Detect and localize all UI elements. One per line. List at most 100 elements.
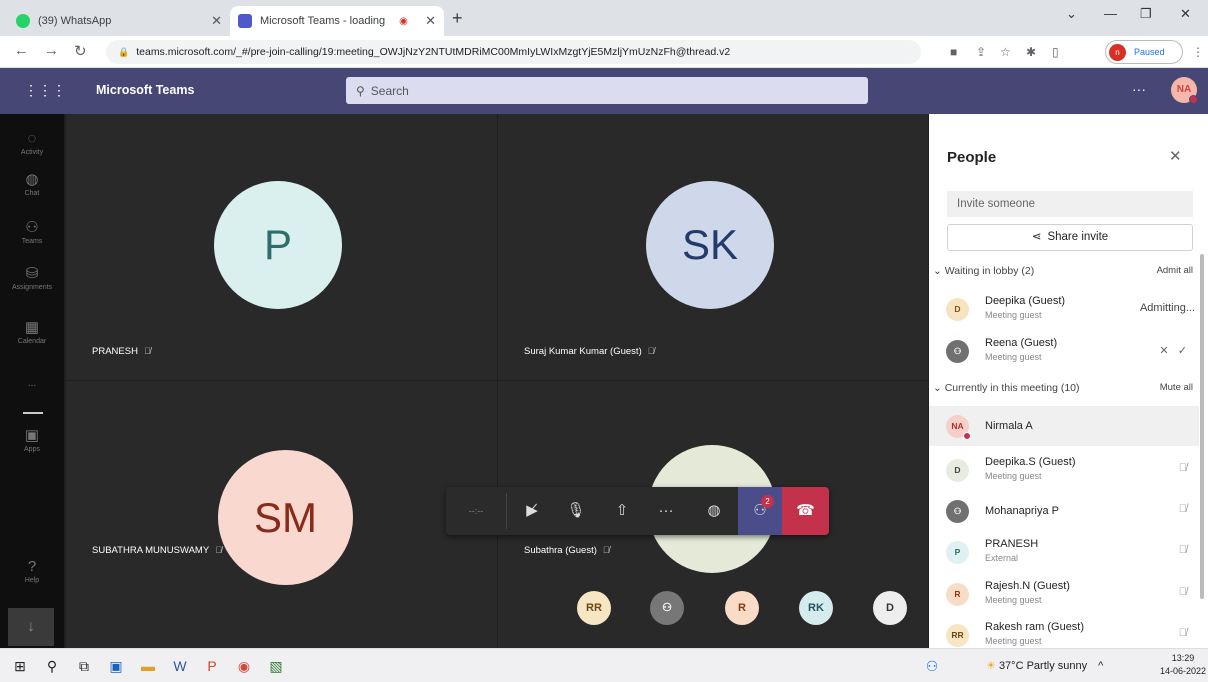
call-timer: --:-- bbox=[468, 506, 484, 516]
file-explorer-icon[interactable]: ▬ bbox=[136, 654, 160, 678]
participant-row[interactable]: D Deepika.S (Guest) Meeting guest 🎙̸ bbox=[929, 450, 1199, 490]
people-app-icon[interactable]: ⚇ bbox=[920, 654, 944, 678]
lobby-person[interactable]: ⚇ Reena (Guest) Meeting guest ✕ ✓ bbox=[929, 331, 1199, 371]
tab-whatsapp[interactable]: (39) WhatsApp ✕ bbox=[8, 6, 230, 36]
participant-row[interactable]: ⚇ Mohanapriya P 🎙̸ bbox=[929, 491, 1199, 531]
rail-calendar[interactable]: ▦ Calendar bbox=[0, 318, 64, 345]
avatar: D bbox=[946, 298, 969, 321]
url-field[interactable]: 🔒 teams.microsoft.com/_#/pre-join-callin… bbox=[106, 40, 921, 64]
invite-input[interactable]: Invite someone bbox=[947, 191, 1193, 217]
mic-button[interactable]: 🎙 bbox=[556, 487, 596, 535]
powerpoint-icon[interactable]: P bbox=[200, 654, 224, 678]
close-icon[interactable]: ✕ bbox=[1169, 147, 1182, 165]
bookmark-icon[interactable]: ☆ bbox=[1000, 45, 1011, 59]
rail-assignments[interactable]: ⛁ Assignments bbox=[0, 264, 64, 291]
new-tab-button[interactable]: + bbox=[452, 8, 463, 29]
admitting-status: Admitting... bbox=[1139, 302, 1195, 314]
chat-button[interactable]: ◍ bbox=[692, 487, 736, 535]
word-icon[interactable]: W bbox=[168, 654, 192, 678]
video-tile[interactable]: SM SUBATHRA MUNUSWAMY 🎙̸ bbox=[66, 381, 497, 648]
minimize-button[interactable]: — bbox=[1104, 6, 1117, 21]
lobby-person[interactable]: D Deepika (Guest) Meeting guest Admittin… bbox=[929, 289, 1199, 329]
scrollbar[interactable] bbox=[1200, 254, 1204, 599]
rail-label: Chat bbox=[24, 190, 40, 197]
restore-button[interactable]: ❐ bbox=[1140, 6, 1152, 22]
overflow-avatar[interactable]: RR bbox=[577, 591, 611, 625]
profile-button[interactable]: n Paused bbox=[1105, 40, 1183, 64]
app-rail: ◌ Activity ◍ Chat ⚇ Teams ⛁ Assignments ▦ Cal… bbox=[0, 114, 64, 648]
meeting-section-header[interactable]: ⌄ Currently in this meeting (10) Mute all bbox=[933, 382, 1193, 394]
video-tile[interactable]: SK Suraj Kumar Kumar (Guest) 🎙̸ bbox=[498, 114, 928, 380]
more-actions-button[interactable]: ··· bbox=[646, 487, 686, 535]
date-text: 14-06-2022 bbox=[1160, 666, 1207, 676]
person-role: Meeting guest bbox=[985, 471, 1042, 481]
overflow-avatar[interactable]: ⚇ bbox=[650, 591, 684, 625]
search-input[interactable]: ⚲ Search bbox=[346, 77, 868, 104]
close-tab-icon[interactable]: ✕ bbox=[211, 13, 222, 29]
rail-help[interactable]: ? Help bbox=[0, 558, 64, 584]
mute-all-button[interactable]: Mute all bbox=[1160, 382, 1193, 393]
admit-icon[interactable]: ✓ bbox=[1178, 345, 1187, 357]
clock[interactable]: 13:29 14-06-2022 bbox=[1160, 652, 1206, 678]
overflow-avatar[interactable]: R bbox=[725, 591, 759, 625]
download-app-icon[interactable]: ↓ bbox=[8, 608, 54, 646]
close-tab-icon[interactable]: ✕ bbox=[425, 13, 436, 29]
avatar: NA bbox=[946, 415, 971, 440]
lobby-section-header[interactable]: ⌄ Waiting in lobby (2) Admit all bbox=[933, 265, 1193, 277]
person-role: Meeting guest bbox=[985, 352, 1042, 362]
rail-apps[interactable]: ▣ Apps bbox=[0, 426, 64, 453]
avatar: RR bbox=[946, 624, 969, 647]
reload-icon[interactable]: ↻ bbox=[74, 42, 87, 60]
share-icon[interactable]: ⇪ bbox=[976, 45, 986, 59]
participant-row[interactable]: RR Rakesh ram (Guest) Meeting guest 🎙̸ bbox=[929, 615, 1199, 648]
participant-row[interactable]: R Rajesh.N (Guest) Meeting guest 🎙̸ bbox=[929, 574, 1199, 614]
app-launcher-icon[interactable]: ⋮⋮⋮ bbox=[24, 82, 66, 99]
tab-title: (39) WhatsApp bbox=[38, 15, 112, 27]
camera-off-button[interactable]: ▶̸ bbox=[512, 487, 552, 535]
taskbar: ⊞ ⚲ ⧉ ▣ ▬ W P ◉ ▧ ⚇ ☀ 37°C Partly sunny … bbox=[0, 648, 1208, 682]
lobby-label: Waiting in lobby (2) bbox=[944, 265, 1035, 277]
rail-more[interactable]: ... bbox=[0, 376, 64, 389]
people-button[interactable]: ⚇ 2 bbox=[738, 487, 782, 535]
person-name: Deepika.S (Guest) bbox=[985, 456, 1076, 468]
leave-call-button[interactable]: ☎ bbox=[782, 487, 829, 535]
admit-all-button[interactable]: Admit all bbox=[1157, 265, 1193, 276]
mic-off-icon: 🎙̸ bbox=[143, 346, 151, 356]
menu-icon[interactable]: ⋮ bbox=[1192, 45, 1204, 59]
start-icon[interactable]: ⊞ bbox=[8, 654, 32, 678]
rail-activity[interactable]: ◌ Activity bbox=[0, 130, 64, 156]
rail-teams[interactable]: ⚇ Teams bbox=[0, 218, 64, 245]
participant-row[interactable]: NA Nirmala A bbox=[929, 406, 1199, 446]
user-avatar[interactable]: NA bbox=[1171, 77, 1198, 104]
store-icon[interactable]: ▣ bbox=[104, 654, 128, 678]
name-text: SUBATHRA MUNUSWAMY bbox=[92, 545, 210, 556]
mic-off-icon: 🎙̸ bbox=[1178, 627, 1187, 639]
chrome-icon[interactable]: ◉ bbox=[232, 654, 256, 678]
deny-icon[interactable]: ✕ bbox=[1159, 345, 1168, 357]
extensions-icon[interactable]: ✱ bbox=[1026, 45, 1036, 59]
person-icon: ⚇ bbox=[662, 602, 672, 614]
close-window-button[interactable]: ✕ bbox=[1180, 6, 1191, 22]
task-view-icon[interactable]: ⧉ bbox=[72, 654, 96, 678]
search-placeholder: Search bbox=[370, 83, 409, 98]
more-icon: ··· bbox=[658, 502, 674, 519]
share-invite-button[interactable]: ⋖ Share invite bbox=[947, 224, 1193, 251]
overflow-avatar[interactable]: D bbox=[873, 591, 907, 625]
weather-widget[interactable]: ☀ 37°C Partly sunny ^ bbox=[986, 659, 1103, 672]
search-icon[interactable]: ⚲ bbox=[40, 654, 64, 678]
rail-label: Activity bbox=[20, 149, 44, 156]
chevron-up-icon[interactable]: ^ bbox=[1098, 660, 1103, 672]
overflow-avatar[interactable]: RK bbox=[799, 591, 833, 625]
paint-icon[interactable]: ▧ bbox=[264, 654, 288, 678]
back-icon[interactable]: ← bbox=[14, 42, 29, 59]
rail-chat[interactable]: ◍ Chat bbox=[0, 170, 64, 197]
video-tile[interactable]: P PRANESH 🎙̸ bbox=[66, 114, 497, 380]
more-icon[interactable]: ··· bbox=[1132, 81, 1146, 97]
participant-row[interactable]: P PRANESH External 🎙̸ bbox=[929, 532, 1199, 572]
camera-icon[interactable]: ■ bbox=[950, 45, 957, 59]
side-panel-icon[interactable]: ▯ bbox=[1052, 45, 1059, 59]
tab-teams[interactable]: Microsoft Teams - loading ◉ ✕ bbox=[230, 6, 444, 36]
tab-search-icon[interactable]: ⌄ bbox=[1066, 6, 1077, 22]
share-screen-button[interactable]: ⇧ bbox=[602, 487, 642, 535]
forward-icon[interactable]: → bbox=[44, 42, 59, 59]
